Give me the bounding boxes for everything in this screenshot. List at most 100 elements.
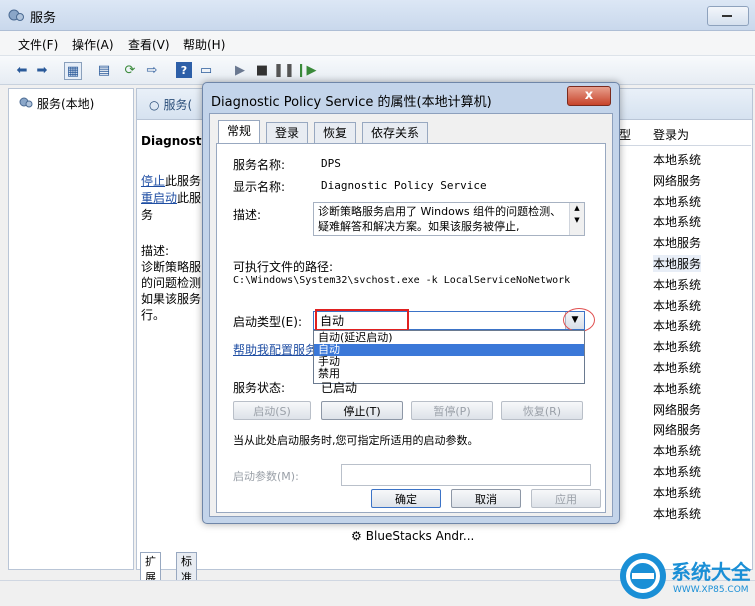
logon-cell[interactable]: 本地系统 — [653, 442, 701, 459]
logon-cell[interactable]: 本地系统 — [653, 151, 701, 168]
stop-service-line: 停止此服务 — [141, 174, 202, 188]
logon-cell[interactable]: 网络服务 — [653, 421, 701, 438]
column-header-logon[interactable]: 登录为 — [653, 126, 689, 143]
tab-dependencies[interactable]: 依存关系 — [362, 122, 429, 143]
service-properties-dialog: Diagnostic Policy Service 的属性(本地计算机) x 常… — [202, 82, 620, 524]
back-icon[interactable]: ⬅ — [14, 62, 30, 78]
option-auto-delayed[interactable]: 自动(延迟启动) — [314, 332, 584, 344]
logon-cell[interactable]: 网络服务 — [653, 401, 701, 418]
title-bar: 服务 — [0, 0, 755, 31]
pane-header-title: ○ 服务( — [149, 98, 193, 112]
services-icon: ○ — [149, 98, 160, 112]
logon-cell[interactable]: 本地系统 — [653, 193, 701, 210]
description-text: 诊断策略服务启用了 Windows 组件的问题检测、疑难解答和解决方案。如果该服… — [318, 205, 562, 233]
menu-action[interactable]: 操作(A) — [72, 36, 114, 53]
services-icon — [19, 96, 33, 111]
properties-icon[interactable]: ▤ — [96, 62, 112, 78]
highlight-box — [315, 309, 409, 331]
resume-button[interactable]: 恢复(R) — [501, 401, 583, 420]
exe-path-value: C:\Windows\System32\svchost.exe -k Local… — [233, 275, 571, 286]
menu-help[interactable]: 帮助(H) — [183, 36, 225, 53]
logon-cell[interactable]: 本地服务 — [653, 234, 701, 251]
startup-type-dropdown: 自动(延迟启动) 自动 手动 禁用 — [313, 330, 585, 384]
highlight-oval — [563, 308, 595, 332]
restart-service-line: 重启动此服务 — [141, 191, 202, 222]
start-button[interactable]: 启动(S) — [233, 401, 311, 420]
menu-view[interactable]: 查看(V) — [128, 36, 170, 53]
dialog-body: 常规 登录 恢复 依存关系 服务名称: DPS 显示名称: Diagnostic… — [209, 113, 613, 517]
display-name-label: 显示名称: — [233, 180, 286, 194]
stop-service-link[interactable]: 停止 — [141, 174, 165, 188]
export-icon[interactable]: ⇨ — [144, 62, 160, 78]
logon-cell[interactable]: 网络服务 — [653, 172, 701, 189]
view-icon[interactable]: ▭ — [198, 62, 214, 78]
description-line: 诊断策略服 — [141, 260, 202, 274]
watermark-text: 系统大全 — [671, 560, 751, 584]
start-params-input[interactable] — [341, 464, 591, 486]
menu-bar: 文件(F) 操作(A) 查看(V) 帮助(H) — [0, 31, 755, 56]
logon-cell[interactable]: 本地系统 — [653, 380, 701, 397]
selected-service-title: Diagnosti — [141, 134, 206, 148]
apply-button[interactable]: 应用 — [531, 489, 601, 508]
extended-description: Diagnosti 停止此服务 重启动此服务 描述: 诊断策略服 的问题检测 如… — [137, 120, 206, 568]
logon-cell[interactable]: 本地系统 — [653, 484, 701, 501]
logon-cell[interactable]: 本地系统 — [653, 276, 701, 293]
exe-path-label: 可执行文件的路径: — [233, 260, 334, 274]
description-line: 行。 — [141, 308, 166, 322]
window-title: 服务 — [30, 11, 57, 26]
cancel-button[interactable]: 取消 — [451, 489, 521, 508]
menu-file[interactable]: 文件(F) — [18, 36, 58, 53]
console-tree: 服务(本地) — [8, 88, 134, 570]
general-tab-panel: 服务名称: DPS 显示名称: Diagnostic Policy Servic… — [216, 143, 606, 513]
logon-cell[interactable]: 本地系统 — [653, 213, 701, 230]
service-name-label: 服务名称: — [233, 158, 286, 172]
stop-icon[interactable]: ■ — [254, 62, 270, 78]
service-name-value: DPS — [321, 157, 341, 170]
minimize-button[interactable] — [707, 6, 749, 26]
restart-service-link[interactable]: 重启动 — [141, 191, 177, 205]
pause-icon[interactable]: ❚❚ — [273, 62, 295, 78]
list-item[interactable]: ⚙ BlueStacks Andr... — [351, 529, 474, 543]
display-name-value: Diagnostic Policy Service — [321, 179, 487, 192]
help-icon[interactable]: ? — [176, 62, 192, 78]
tree-item-services-local[interactable]: 服务(本地) — [19, 95, 94, 112]
toolbar: ⬅ ➡ ▦ ▤ ⟳ ⇨ ? ▭ ▶ ■ ❚❚ ❙▶ — [0, 56, 755, 85]
description-line: 如果该服务 — [141, 292, 202, 306]
tab-recovery[interactable]: 恢复 — [314, 122, 357, 143]
console-tree-icon[interactable]: ▦ — [64, 62, 82, 80]
close-button[interactable]: x — [567, 86, 611, 106]
column-header-type[interactable]: 型 — [619, 126, 631, 143]
logon-cell[interactable]: 本地系统 — [653, 317, 701, 334]
tab-logon[interactable]: 登录 — [266, 122, 309, 143]
option-manual[interactable]: 手动 — [314, 356, 584, 368]
option-auto[interactable]: 自动 — [314, 344, 584, 356]
start-params-hint: 当从此处启动服务时,您可指定所适用的启动参数。 — [233, 434, 479, 447]
scroll-down-icon[interactable]: ▼ — [570, 215, 584, 225]
logon-cell[interactable]: 本地系统 — [653, 463, 701, 480]
refresh-icon[interactable]: ⟳ — [122, 62, 138, 78]
description-label: 描述: — [233, 208, 262, 222]
service-status-label: 服务状态: — [233, 381, 286, 395]
tree-item-label: 服务(本地) — [37, 97, 95, 111]
watermark-url: WWW.XP85.COM — [673, 585, 749, 595]
description-scrollbar[interactable]: ▲ ▼ — [569, 203, 584, 235]
description-box[interactable]: 诊断策略服务启用了 Windows 组件的问题检测、疑难解答和解决方案。如果该服… — [313, 202, 585, 236]
forward-icon[interactable]: ➡ — [34, 62, 50, 78]
play-icon[interactable]: ▶ — [232, 62, 248, 78]
logon-cell[interactable]: 本地系统 — [653, 359, 701, 376]
watermark: 系统大全 WWW.XP85.COM — [617, 548, 755, 605]
start-params-label: 启动参数(M): — [233, 470, 299, 483]
logon-cell[interactable]: 本地系统 — [653, 338, 701, 355]
logon-cell[interactable]: 本地系统 — [653, 297, 701, 314]
services-icon: ⚙ — [351, 529, 362, 543]
ok-button[interactable]: 确定 — [371, 489, 441, 508]
restart-icon[interactable]: ❙▶ — [296, 62, 317, 78]
stop-button[interactable]: 停止(T) — [321, 401, 403, 420]
logon-cell[interactable]: 本地系统 — [653, 505, 701, 522]
scroll-up-icon[interactable]: ▲ — [570, 203, 584, 213]
logon-cell[interactable]: 本地服务 — [653, 255, 702, 272]
tab-general[interactable]: 常规 — [218, 120, 261, 144]
description-line: 的问题检测 — [141, 276, 202, 290]
pause-button[interactable]: 暂停(P) — [411, 401, 493, 420]
dialog-title: Diagnostic Policy Service 的属性(本地计算机) — [211, 95, 492, 110]
